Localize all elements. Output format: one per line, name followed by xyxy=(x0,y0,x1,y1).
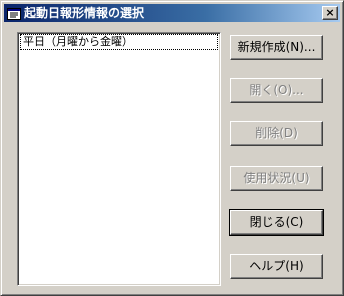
schedule-list[interactable]: 平日（月曜から金曜） xyxy=(17,32,221,286)
open-button[interactable]: 開く(O)... xyxy=(230,78,323,103)
new-button[interactable]: 新規作成(N)... xyxy=(230,35,323,60)
help-button[interactable]: ヘルプ(H) xyxy=(230,254,323,279)
close-icon[interactable]: × xyxy=(322,6,338,20)
dialog-window: 起動日報形情報の選択 × 平日（月曜から金曜） 新規作成(N)... 開く(O)… xyxy=(0,0,344,296)
app-icon xyxy=(7,6,21,20)
list-item[interactable]: 平日（月曜から金曜） xyxy=(20,34,218,50)
close-button[interactable]: 閉じる(C) xyxy=(229,209,324,236)
delete-button[interactable]: 削除(D) xyxy=(230,121,323,146)
title-bar[interactable]: 起動日報形情報の選択 × xyxy=(4,4,340,22)
usage-button[interactable]: 使用状況(U) xyxy=(230,166,323,191)
window-title: 起動日報形情報の選択 xyxy=(24,6,145,20)
